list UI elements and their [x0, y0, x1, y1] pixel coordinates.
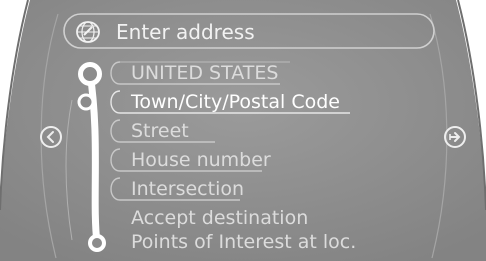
menu-item-accept-destination[interactable]: Accept destination — [131, 206, 308, 230]
menu-item-country[interactable]: UNITED STATES — [131, 61, 278, 85]
chevron-left-icon[interactable] — [38, 124, 64, 150]
navigation-screen: Enter address UNITED STATES Town/City/Po… — [0, 0, 486, 261]
chevron-right-icon[interactable] — [442, 124, 468, 150]
globe-icon — [75, 20, 101, 44]
menu-item-street[interactable]: Street — [131, 119, 189, 143]
menu-item-house-number[interactable]: House number — [131, 148, 271, 172]
track-node-bottom — [88, 234, 106, 252]
track-node-selected — [77, 93, 95, 111]
track-node-top — [78, 62, 102, 86]
menu-item-intersection[interactable]: Intersection — [131, 177, 244, 201]
menu-item-points-of-interest[interactable]: Points of Interest at loc. — [131, 230, 356, 254]
menu-item-town-city-postal-code[interactable]: Town/City/Postal Code — [131, 90, 340, 114]
page-title: Enter address — [116, 20, 255, 44]
